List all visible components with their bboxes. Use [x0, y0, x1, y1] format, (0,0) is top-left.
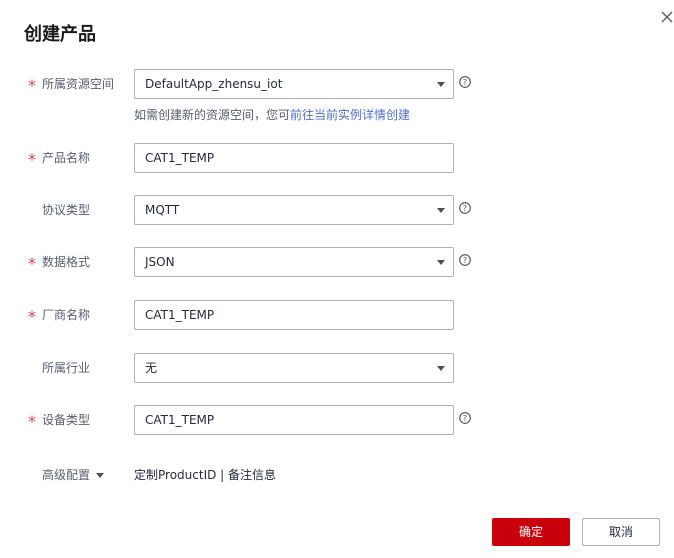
form-row-resource-space: * 所属资源空间 DefaultApp_zhensu_iot ?: [0, 69, 674, 99]
product-name-input[interactable]: CAT1_TEMP: [134, 143, 454, 173]
help-icon[interactable]: ?: [459, 76, 471, 88]
resource-space-label: 所属资源空间: [42, 77, 115, 91]
svg-text:?: ?: [463, 256, 467, 265]
product-name-value: CAT1_TEMP: [145, 151, 215, 165]
form-row-device-type: * 设备类型 CAT1_TEMP ?: [0, 405, 674, 435]
protocol-value: MQTT: [145, 203, 180, 217]
resource-space-hint: 如需创建新的资源空间，您可前往当前实例详情创建: [134, 106, 410, 123]
data-format-label: 数据格式: [42, 255, 91, 269]
svg-text:?: ?: [463, 78, 467, 87]
vendor-label: 厂商名称: [42, 308, 91, 322]
industry-value: 无: [145, 361, 158, 375]
instance-detail-link[interactable]: 前往当前实例详情创建: [290, 108, 410, 122]
industry-select[interactable]: 无: [134, 353, 454, 383]
close-icon[interactable]: [658, 8, 674, 26]
data-format-value: JSON: [145, 255, 175, 269]
resource-space-select[interactable]: DefaultApp_zhensu_iot: [134, 69, 454, 99]
device-type-value: CAT1_TEMP: [145, 413, 215, 427]
form-row-vendor: * 厂商名称 CAT1_TEMP: [0, 300, 674, 330]
vendor-input[interactable]: CAT1_TEMP: [134, 300, 454, 330]
confirm-button[interactable]: 确定: [492, 518, 570, 546]
form-row-product-name: * 产品名称 CAT1_TEMP: [0, 143, 674, 173]
resource-space-value: DefaultApp_zhensu_iot: [145, 77, 283, 91]
protocol-select[interactable]: MQTT: [134, 195, 454, 225]
svg-text:?: ?: [463, 204, 467, 213]
product-name-label: 产品名称: [42, 151, 91, 165]
device-type-label: 设备类型: [42, 413, 91, 427]
svg-text:?: ?: [463, 414, 467, 423]
advanced-config-toggle[interactable]: 高级配置: [42, 466, 105, 484]
chevron-down-icon: [437, 366, 445, 371]
data-format-select[interactable]: JSON: [134, 247, 454, 277]
chevron-down-icon: [96, 473, 105, 478]
vendor-value: CAT1_TEMP: [145, 308, 215, 322]
hint-text: 如需创建新的资源空间，您可: [134, 108, 291, 122]
chevron-down-icon: [437, 260, 445, 265]
advanced-config-summary: 定制ProductID | 备注信息: [134, 468, 277, 482]
required-mark: *: [28, 307, 36, 326]
cancel-button[interactable]: 取消: [582, 518, 660, 546]
device-type-input[interactable]: CAT1_TEMP: [134, 405, 454, 435]
required-mark: *: [28, 76, 36, 95]
advanced-config-label: 高级配置: [42, 468, 91, 482]
chevron-down-icon: [437, 208, 445, 213]
help-icon[interactable]: ?: [459, 254, 471, 266]
required-mark: *: [28, 150, 36, 169]
dialog-title: 创建产品: [24, 24, 96, 45]
create-product-dialog: 创建产品 * 所属资源空间 DefaultApp_zhensu_iot ? 如需…: [0, 0, 674, 558]
protocol-label: 协议类型: [42, 203, 91, 217]
form-row-protocol: 协议类型 MQTT ?: [0, 195, 674, 225]
form-row-industry: 所属行业 无: [0, 353, 674, 383]
required-mark: *: [28, 254, 36, 273]
required-mark: *: [28, 412, 36, 431]
help-icon[interactable]: ?: [459, 412, 471, 424]
industry-label: 所属行业: [42, 361, 91, 375]
help-icon[interactable]: ?: [459, 202, 471, 214]
form-row-data-format: * 数据格式 JSON ?: [0, 247, 674, 277]
chevron-down-icon: [437, 82, 445, 87]
